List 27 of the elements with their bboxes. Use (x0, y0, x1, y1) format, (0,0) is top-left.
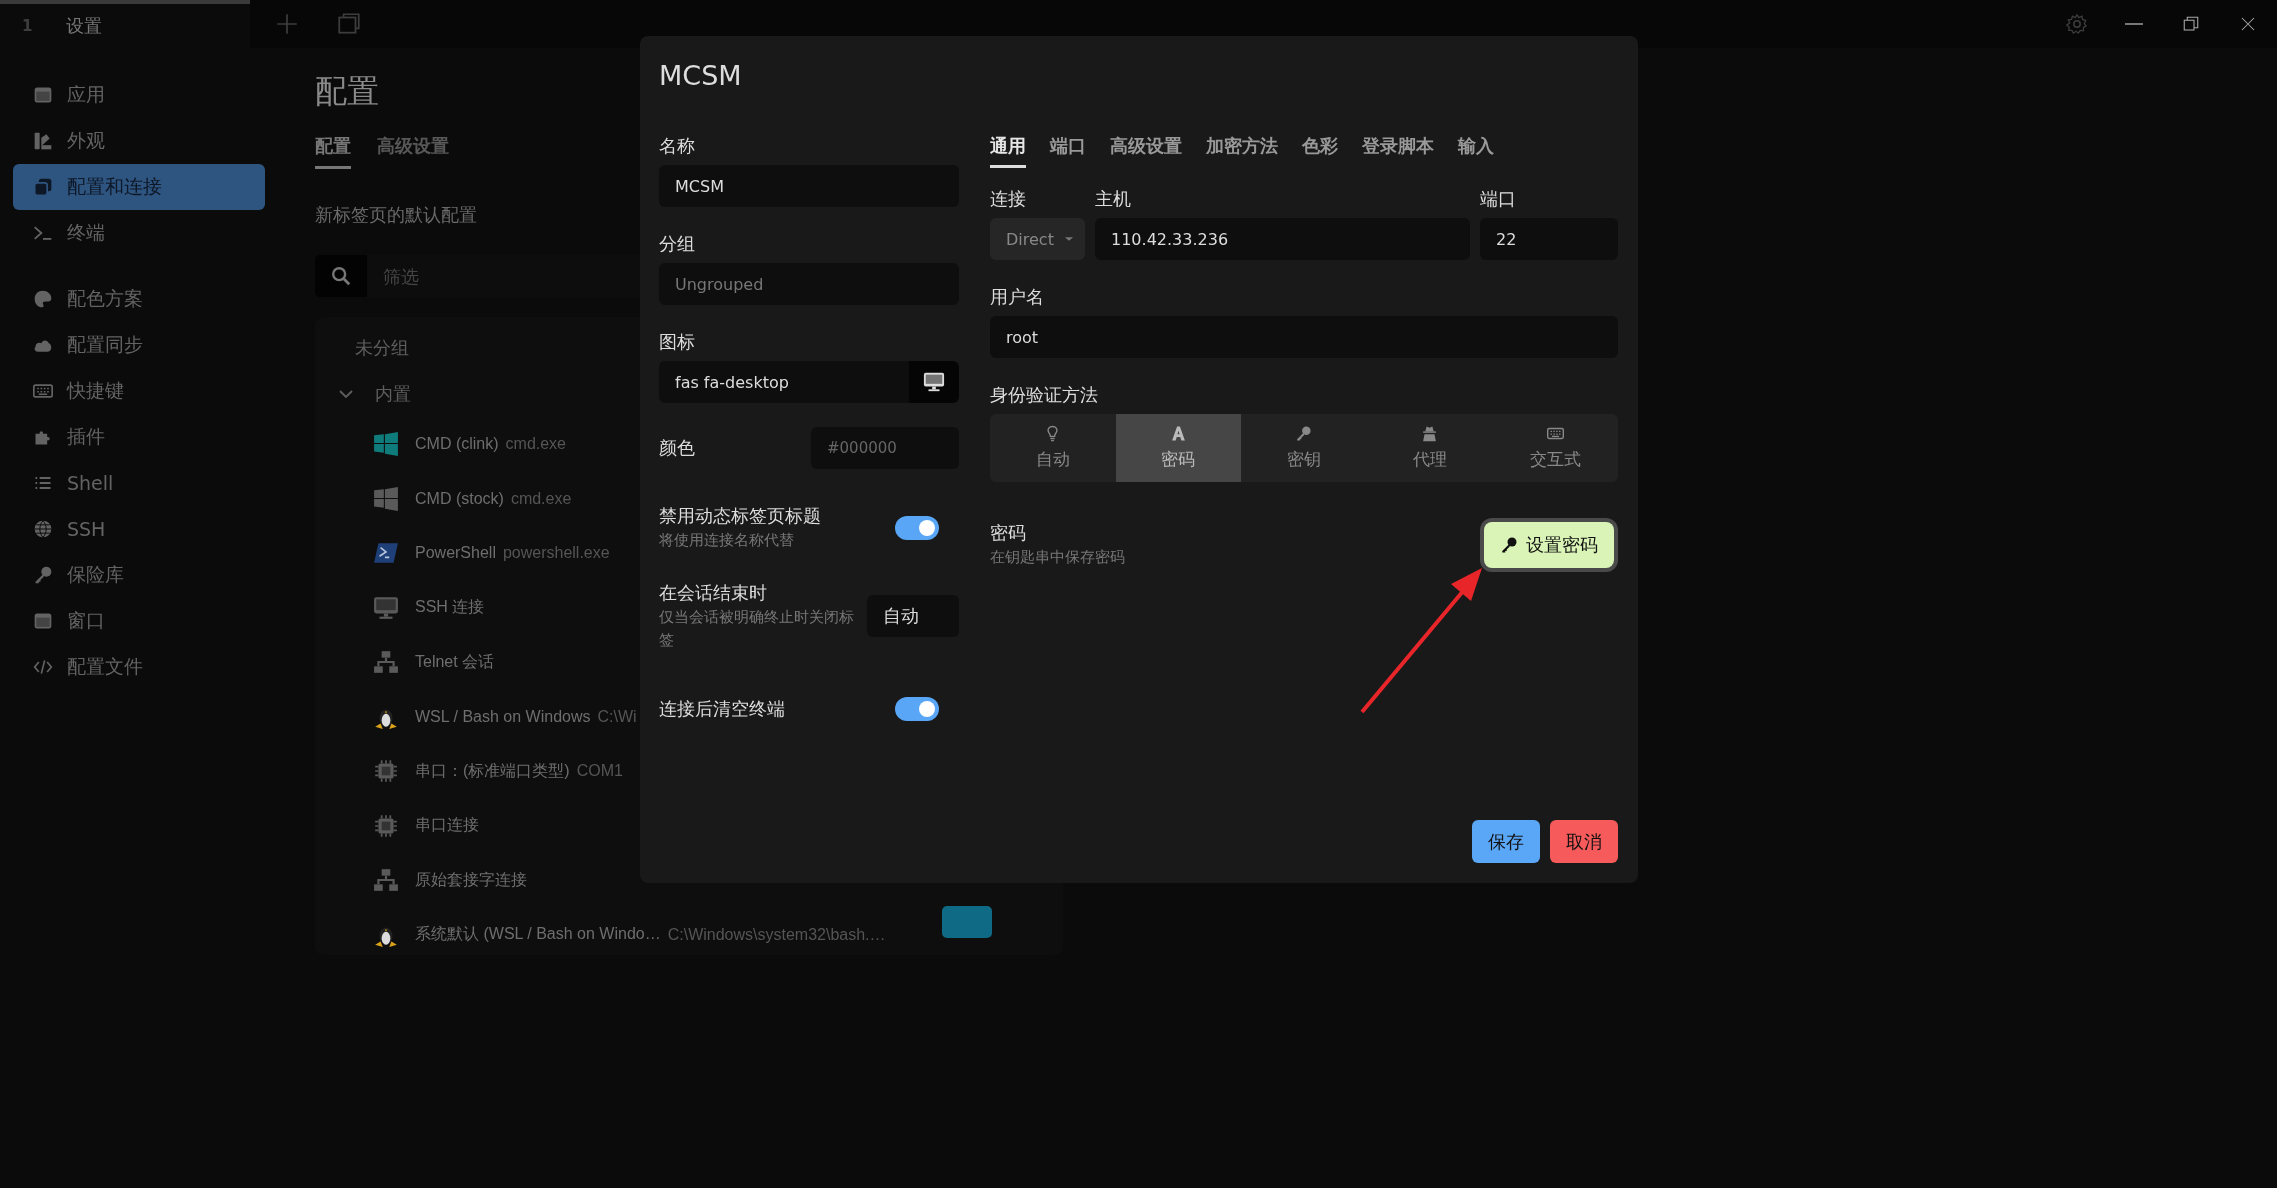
field-label: 分组 (659, 232, 696, 256)
setting-hint: 仅当会话被明确终止时关闭标签 (659, 607, 855, 651)
profile-command: COM1 (576, 762, 623, 781)
section-title: 新标签页的默认配置 (315, 203, 478, 227)
tab-title: 设置 (66, 14, 103, 38)
setting-label: 连接后清空终端 (659, 697, 785, 721)
setting-hint: 在钥匙串中保存密码 (990, 547, 1125, 568)
profile-command: cmd.exe (505, 435, 566, 454)
setting-hint: 将使用连接名称代替 (659, 530, 795, 551)
profile-command: powershell.exe (502, 544, 610, 563)
field-label: 名称 (659, 134, 696, 158)
field-label: 颜色 (659, 436, 695, 460)
field-label: 身份验证方法 (990, 383, 1099, 407)
field-label: 主机 (1095, 187, 1132, 211)
field-label: 连接 (990, 187, 1027, 211)
setting-label: 密码 (990, 521, 1027, 545)
profile-command: cmd.exe (510, 489, 572, 508)
setting-label: 在会话结束时 (659, 581, 768, 605)
dialog-title: MCSM (659, 59, 743, 93)
field-label: 用户名 (990, 285, 1045, 309)
profile-command: C:\Windows\system32\bash.… (667, 925, 886, 944)
profile-command: C:\Wi (597, 707, 637, 726)
dropdown-value: Direct (1006, 229, 1054, 249)
field-label: 端口 (1480, 187, 1517, 211)
field-label: 图标 (659, 330, 696, 354)
setting-label: 禁用动态标签页标题 (659, 504, 821, 528)
page-title: 配置 (315, 71, 379, 112)
